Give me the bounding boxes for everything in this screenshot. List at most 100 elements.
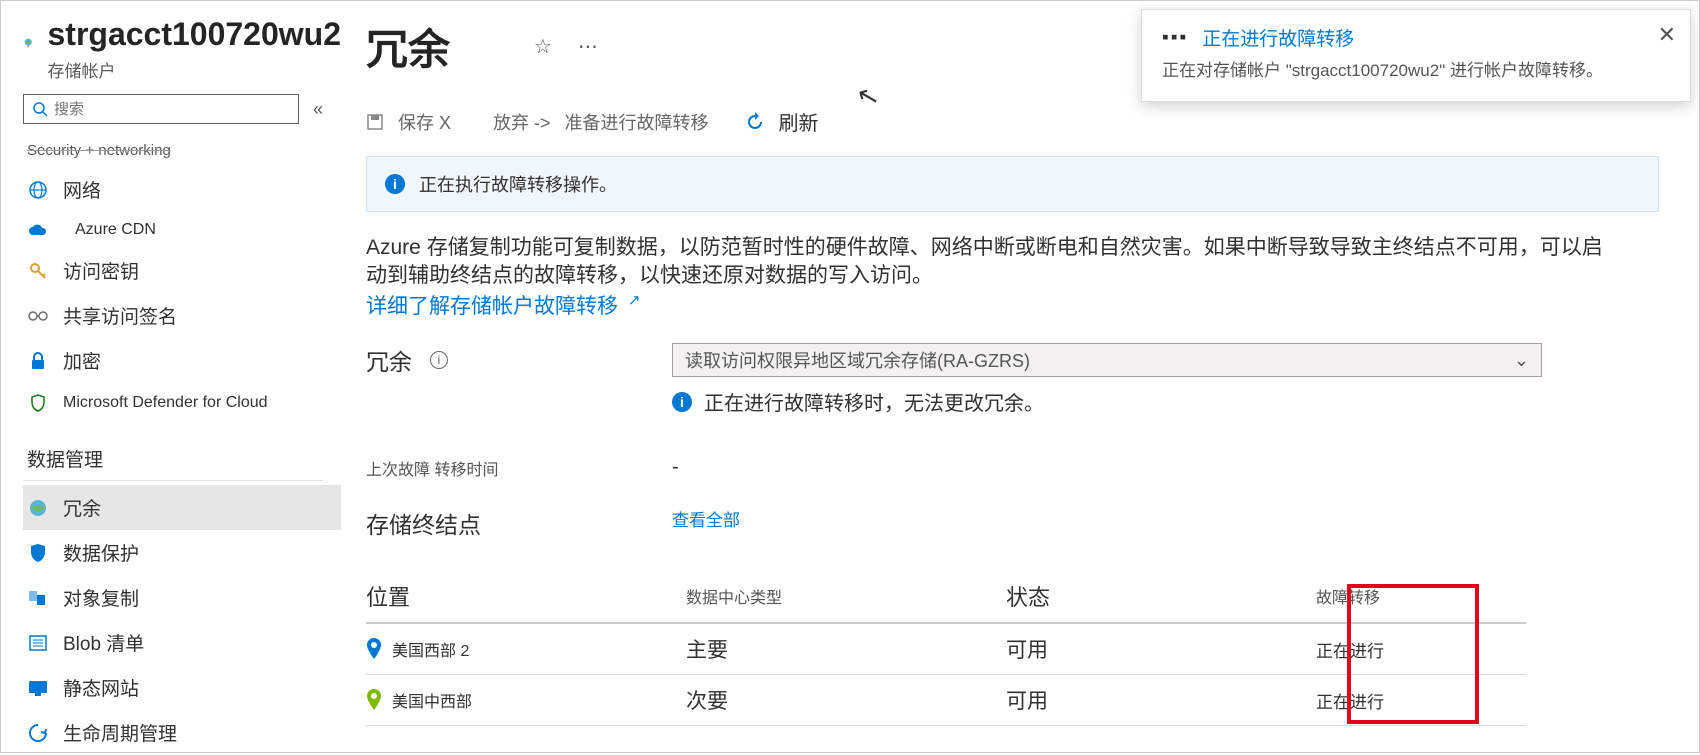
nav-label: 对象复制 [63,584,139,611]
info-icon[interactable]: i [430,351,448,369]
account-name: strgacct100720wu2 [47,16,341,52]
replication-icon [27,587,49,609]
prepare-failover-button[interactable]: 准备进行故障转移 [565,109,709,135]
external-link-icon: ↗ [628,292,641,309]
main-content: 冗余 ☆ ⋯ 保存 X 放弃 -> 准备进行故障转移 刷新 i 正在执行故障转移… [341,1,1699,726]
nav-section-cutoff: Security + networking [23,142,341,167]
sas-icon [27,305,49,327]
nav-label: 访问密钥 [63,257,139,284]
search-input[interactable] [54,101,290,118]
last-failover-value: - [672,456,679,479]
close-button[interactable]: ✕ [1658,22,1676,48]
table-header: 位置 数据中心类型 状态 故障转移 [366,580,1526,624]
nav-item-redundancy[interactable]: 冗余 [23,485,341,530]
col-failover: 故障转移 [1316,584,1526,608]
dc-type: 次要 [686,685,1006,715]
endpoints-label: 存储终结点 [366,506,632,540]
table-row: 美国西部 2 主要 可用 正在进行 [366,624,1526,675]
shield-icon [27,542,49,564]
nav-label: 加密 [63,347,101,374]
nav-label: 生命周期管理 [63,719,177,746]
monitor-icon [27,677,49,699]
collapse-sidebar-button[interactable]: « [313,99,323,120]
info-icon: i [672,392,692,412]
nav-item-blob-inventory[interactable]: Blob 清单 [23,620,341,665]
toast-body: 正在对存储帐户 "strgacct100720wu2" 进行帐户故障转移。 [1162,59,1670,83]
nav-label: 网络 [63,176,101,203]
discard-button[interactable]: 放弃 -> [493,109,551,135]
resource-type: 存储帐户 [47,57,341,82]
network-icon [27,179,49,201]
nav-item-static-site[interactable]: 静态网站 [23,665,341,710]
favorite-button[interactable]: ☆ [534,34,552,59]
redundancy-label: 冗余 [366,343,412,377]
nav-item-protection[interactable]: 数据保护 [23,530,341,575]
nav-list: Security + networking 网络 Azure CDN 访问密钥 … [23,142,341,755]
search-icon [32,101,48,117]
toolbar: 保存 X 放弃 -> 准备进行故障转移 刷新 [366,107,1659,136]
progress-icon: ▪▪▪ [1162,27,1188,49]
failover-status: 正在进行 [1316,637,1526,662]
globe-icon [23,26,33,60]
pin-icon [366,689,382,711]
select-value: 读取访问权限异地区域冗余存储(RA-GZRS) [685,347,1030,373]
save-button[interactable]: 保存 X [398,109,451,135]
nav-item-replication[interactable]: 对象复制 [23,575,341,620]
lock-icon [27,350,49,372]
description: Azure 存储复制功能可复制数据，以防范暂时性的硬件故障、网络中断或断电和自然… [366,234,1606,321]
learn-more-link[interactable]: 详细了解存储帐户故障转移 [366,295,618,318]
last-failover-label: 上次故障 转移时间 [366,456,632,480]
resource-header: strgacct100720wu2 存储帐户 [23,16,341,82]
nav-item-encryption[interactable]: 加密 [23,338,341,383]
list-icon [27,632,49,654]
nav-item-keys[interactable]: 访问密钥 [23,248,341,293]
page-title: 冗余 [366,16,450,77]
toast-title: 正在进行故障转移 [1202,24,1354,51]
info-banner: i 正在执行故障转移操作。 [366,156,1659,212]
col-dctype: 数据中心类型 [686,584,1006,608]
location-name: 美国中西部 [392,688,472,712]
nav-label: Azure CDN [75,221,156,239]
redundancy-note: i 正在进行故障转移时，无法更改冗余。 [672,387,1542,416]
endpoints-table: 位置 数据中心类型 状态 故障转移 美国西部 2 主要 可用 正在进行 美国中西… [366,580,1526,726]
nav-item-network[interactable]: 网络 [23,167,341,212]
banner-text: 正在执行故障转移操作。 [419,171,617,197]
globe-icon [27,497,49,519]
nav-label: 共享访问签名 [63,302,177,329]
table-row: 美国中西部 次要 可用 正在进行 [366,675,1526,726]
sidebar: strgacct100720wu2 存储帐户 « Security + netw… [1,1,341,752]
chevron-down-icon: ⌄ [1514,350,1529,371]
refresh-icon [745,112,765,132]
key-icon [27,260,49,282]
location-name: 美国西部 2 [392,637,469,661]
nav-item-defender[interactable]: Microsoft Defender for Cloud [23,383,341,423]
nav-label: Microsoft Defender for Cloud [63,394,268,412]
status: 可用 [1006,685,1316,715]
view-all-link[interactable]: 查看全部 [672,506,740,531]
sidebar-search[interactable] [23,94,299,124]
cloud-icon [27,219,49,241]
col-status: 状态 [1006,580,1316,612]
nav-item-sas[interactable]: 共享访问签名 [23,293,341,338]
nav-label: 静态网站 [63,674,139,701]
save-icon [366,113,384,131]
nav-section-datamgmt: 数据管理 [23,423,323,481]
more-button[interactable]: ⋯ [578,34,598,59]
nav-label: 冗余 [63,494,101,521]
pin-icon [366,638,382,660]
nav-label: Blob 清单 [63,629,144,656]
redundancy-select[interactable]: 读取访问权限异地区域冗余存储(RA-GZRS) ⌄ [672,343,1542,377]
status: 可用 [1006,634,1316,664]
col-location: 位置 [366,580,686,612]
redundancy-row: 冗余 i 读取访问权限异地区域冗余存储(RA-GZRS) ⌄ i 正在进行故障转… [366,343,1659,416]
nav-item-cdn[interactable]: Azure CDN [23,212,341,248]
failover-status: 正在进行 [1316,688,1526,713]
nav-label: 数据保护 [63,539,139,566]
info-icon: i [385,174,405,194]
refresh-button[interactable]: 刷新 [779,107,819,136]
notification-toast: ▪▪▪ 正在进行故障转移 ✕ 正在对存储帐户 "strgacct100720wu… [1141,9,1691,102]
dc-type: 主要 [686,634,1006,664]
shield-icon [27,392,49,414]
nav-item-lifecycle[interactable]: 生命周期管理 [23,710,341,755]
cycle-icon [27,722,49,744]
